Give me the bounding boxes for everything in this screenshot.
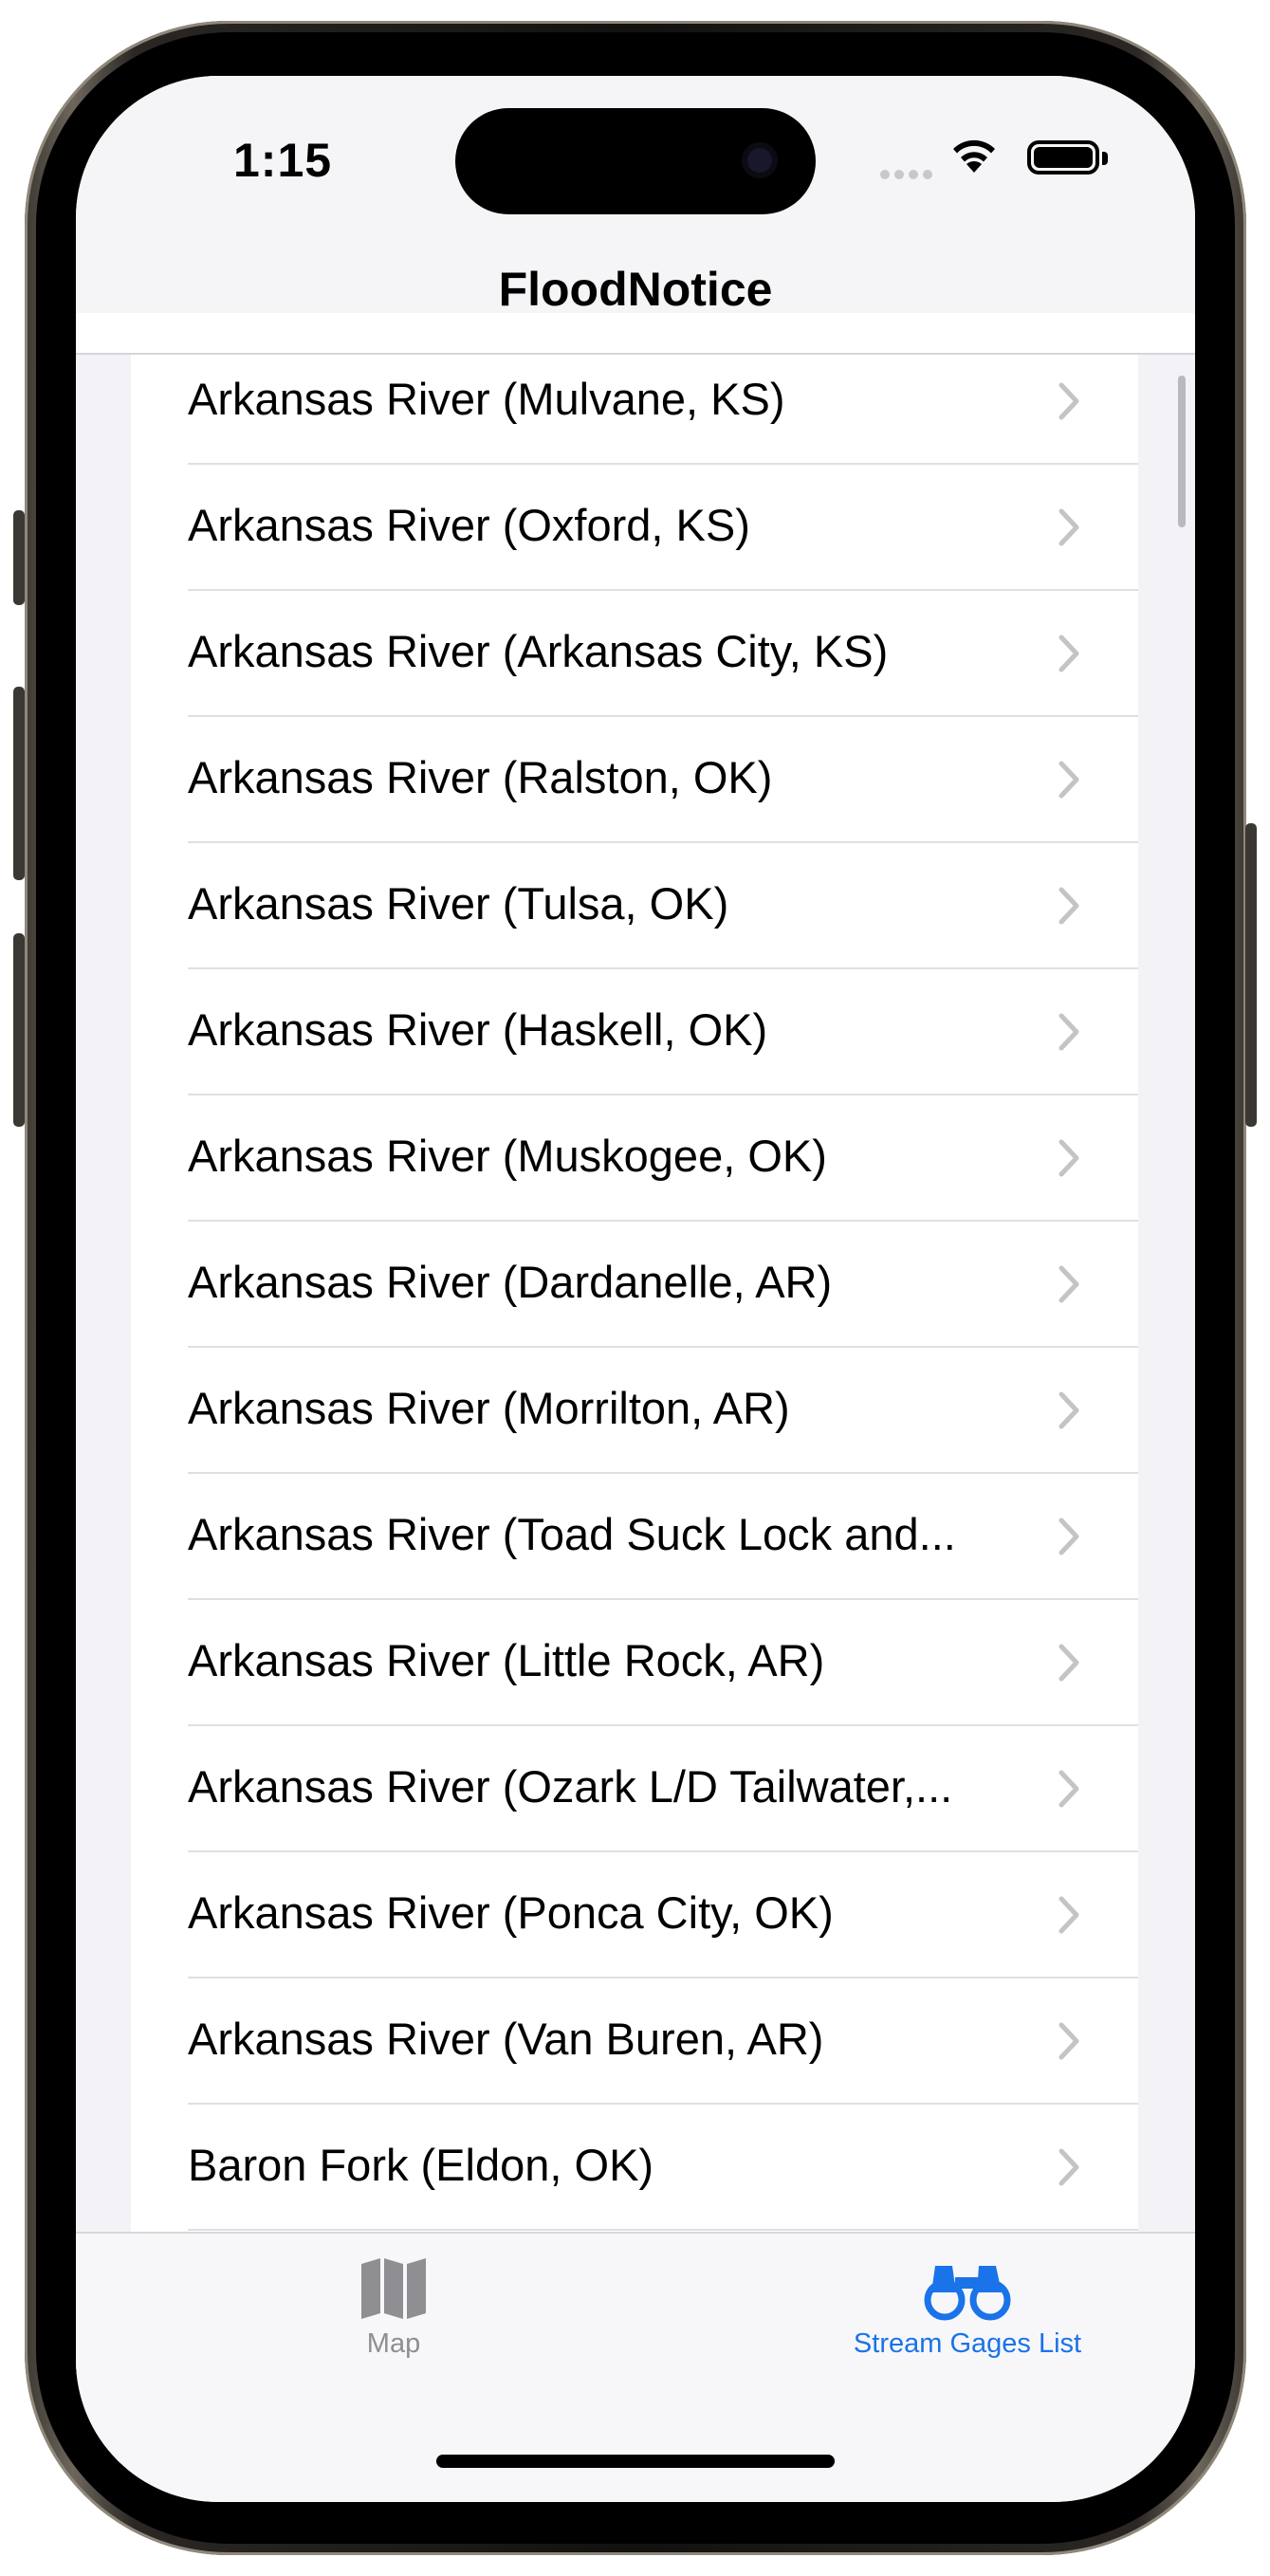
list-item[interactable]: Arkansas River (Little Rock, AR)	[131, 1600, 1138, 1726]
chevron-right-icon	[1058, 2022, 1079, 2060]
list-item-label: Arkansas River (Arkansas City, KS)	[188, 626, 889, 676]
cellular-signal-icon	[880, 167, 937, 184]
chevron-right-icon	[1058, 1518, 1079, 1555]
list-item-label: Arkansas River (Ozark L/D Tailwater,...	[188, 1761, 953, 1812]
chevron-right-icon	[1058, 1770, 1079, 1808]
list-item-label: Baron Fork (Eldon, OK)	[188, 2140, 654, 2190]
page-title: FloodNotice	[498, 263, 773, 316]
tab-map-label: Map	[366, 2328, 421, 2359]
dynamic-island	[455, 108, 816, 214]
tab-stream-gages-list[interactable]: Stream Gages List	[759, 2253, 1176, 2360]
map-icon	[361, 2258, 426, 2319]
volume-down-button	[13, 933, 25, 1127]
chevron-right-icon	[1058, 382, 1079, 420]
battery-icon	[1027, 140, 1099, 175]
list-item-label: Arkansas River (Ralston, OK)	[188, 752, 773, 802]
list-item-label: Arkansas River (Mulvane, KS)	[188, 374, 785, 424]
list-item[interactable]: Baron Fork (Eldon, OK)	[131, 2105, 1138, 2231]
list-item[interactable]: Arkansas River (Ozark L/D Tailwater,...	[131, 1726, 1138, 1852]
list-item[interactable]: Arkansas River (Ponca City, OK)	[131, 1852, 1138, 1978]
list-item-label: Arkansas River (Ponca City, OK)	[188, 1887, 834, 1938]
list-item-label: Arkansas River (Morrilton, AR)	[188, 1383, 790, 1433]
list-item-label: Arkansas River (Little Rock, AR)	[188, 1635, 825, 1685]
chevron-right-icon	[1058, 1013, 1079, 1051]
status-time: 1:15	[233, 134, 333, 187]
list-item-label: Arkansas River (Toad Suck Lock and...	[188, 1509, 956, 1559]
chevron-right-icon	[1058, 508, 1079, 546]
home-indicator[interactable]	[436, 2455, 835, 2468]
list-card: Arkansas River (Wichita, KS)Arkansas Riv…	[131, 355, 1138, 2232]
volume-up-button	[13, 687, 25, 880]
chevron-right-icon	[1058, 887, 1079, 925]
list-item-label: Arkansas River (Tulsa, OK)	[188, 878, 729, 929]
chevron-right-icon	[1058, 1644, 1079, 1682]
list-item-label: Arkansas River (Dardanelle, AR)	[188, 1257, 833, 1307]
list-item[interactable]: Arkansas River (Toad Suck Lock and...	[131, 1474, 1138, 1600]
list-item-label: Arkansas River (Haskell, OK)	[188, 1004, 768, 1055]
screen: 1:15 FloodNotice Arkansas River (Wichita…	[76, 76, 1195, 2502]
list-item[interactable]: Arkansas River (Morrilton, AR)	[131, 1348, 1138, 1474]
list-item[interactable]: Arkansas River (Dardanelle, AR)	[131, 1222, 1138, 1348]
chevron-right-icon	[1058, 1391, 1079, 1429]
chevron-right-icon	[1058, 1139, 1079, 1177]
list-item[interactable]: Arkansas River (Arkansas City, KS)	[131, 591, 1138, 717]
tab-map[interactable]: Map	[266, 2253, 522, 2360]
power-button	[1245, 823, 1257, 1127]
gage-list[interactable]: Arkansas River (Wichita, KS)Arkansas Riv…	[76, 355, 1195, 2232]
list-item[interactable]: Arkansas River (Mulvane, KS)	[131, 355, 1138, 465]
chevron-right-icon	[1058, 2148, 1079, 2186]
battery-cap	[1102, 152, 1108, 165]
list-item-label: Arkansas River (Oxford, KS)	[188, 500, 750, 550]
tab-stream-gages-list-label: Stream Gages List	[853, 2328, 1082, 2359]
wifi-icon	[953, 139, 995, 173]
list-item[interactable]: Arkansas River (Ralston, OK)	[131, 717, 1138, 843]
list-item-label: Arkansas River (Muskogee, OK)	[188, 1131, 827, 1181]
chevron-right-icon	[1058, 1896, 1079, 1934]
list-item[interactable]: Arkansas River (Oxford, KS)	[131, 465, 1138, 591]
list-item[interactable]: Arkansas River (Haskell, OK)	[131, 969, 1138, 1095]
chevron-right-icon	[1058, 761, 1079, 799]
action-button	[13, 510, 25, 605]
list-item[interactable]: Arkansas River (Muskogee, OK)	[131, 1095, 1138, 1222]
status-bar: 1:15 FloodNotice	[76, 76, 1195, 316]
scroll-indicator[interactable]	[1178, 376, 1186, 527]
chevron-right-icon	[1058, 1265, 1079, 1303]
chevron-right-icon	[1058, 635, 1079, 672]
list-item[interactable]: Arkansas River (Van Buren, AR)	[131, 1978, 1138, 2105]
front-camera	[742, 142, 778, 178]
list-item[interactable]: Arkansas River (Tulsa, OK)	[131, 843, 1138, 969]
binoculars-icon	[924, 2266, 1011, 2321]
list-item-label: Arkansas River (Van Buren, AR)	[188, 2014, 824, 2064]
